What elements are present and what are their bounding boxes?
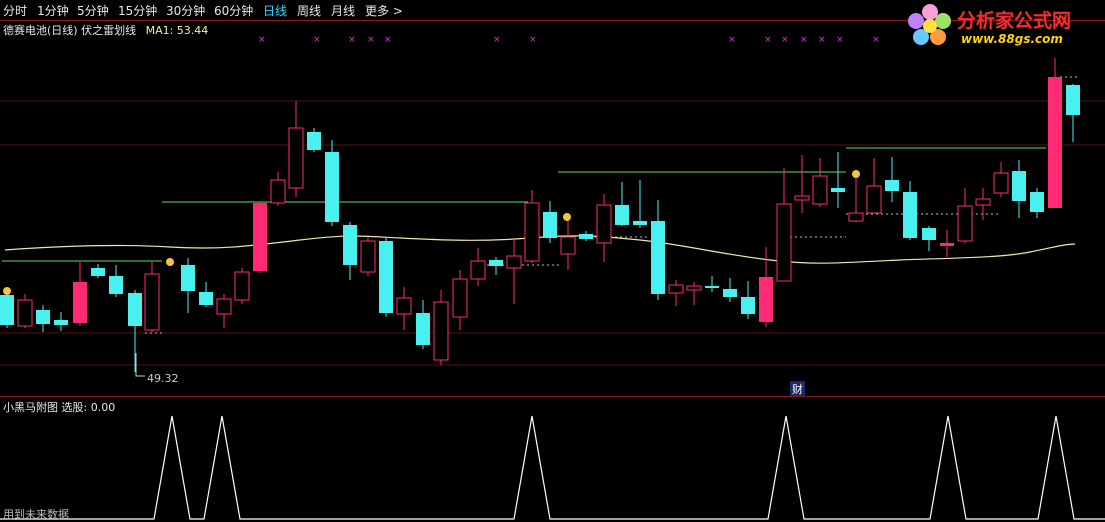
candle xyxy=(506,238,522,304)
candle xyxy=(903,181,917,240)
hand-pointer-icon xyxy=(166,258,174,266)
candle xyxy=(776,168,792,282)
panel-separator xyxy=(0,396,1105,397)
candle xyxy=(975,188,991,220)
low-price-label: 49.32 xyxy=(147,372,179,385)
candle xyxy=(73,262,87,326)
candle xyxy=(199,282,213,307)
candle xyxy=(1066,84,1080,142)
candle xyxy=(181,258,195,313)
candle xyxy=(216,294,232,328)
candle xyxy=(109,265,123,297)
svg-text:×: × xyxy=(384,35,392,45)
candle xyxy=(560,218,576,270)
candle xyxy=(922,226,936,251)
hand-pointer-icons xyxy=(3,170,860,295)
svg-text:×: × xyxy=(529,35,537,45)
candle xyxy=(1012,160,1026,218)
candle xyxy=(741,281,755,319)
candle xyxy=(866,158,882,214)
candle xyxy=(686,282,702,305)
candle xyxy=(91,264,105,278)
svg-text:×: × xyxy=(367,35,375,45)
candle xyxy=(596,194,612,262)
candle xyxy=(812,158,828,207)
candle xyxy=(705,276,719,292)
svg-text:×: × xyxy=(836,35,844,45)
candle xyxy=(360,237,376,276)
sub-panel-header: 小黑马附图 选股: 0.00 xyxy=(3,399,115,415)
candle xyxy=(1030,188,1044,218)
candle xyxy=(668,280,684,306)
svg-text:×: × xyxy=(313,35,321,45)
green-lines xyxy=(2,147,1046,262)
candle xyxy=(1048,58,1062,208)
candle xyxy=(723,278,737,302)
dotted-lines xyxy=(145,76,1080,334)
candle xyxy=(416,300,430,349)
svg-text:×: × xyxy=(764,35,772,45)
svg-text:×: × xyxy=(872,35,880,45)
candle xyxy=(524,190,540,263)
candle xyxy=(885,157,899,202)
candle xyxy=(452,270,468,330)
future-data-note: 用到未来数据 xyxy=(3,508,69,521)
candle xyxy=(234,268,250,304)
candle xyxy=(144,262,160,332)
candle xyxy=(831,152,845,208)
financial-report-badge[interactable]: 财 xyxy=(790,381,805,397)
candle xyxy=(128,290,142,372)
sub-panel-title: 小黑马附图 xyxy=(3,401,58,414)
candle xyxy=(848,178,864,222)
hand-pointer-icon xyxy=(563,213,571,221)
candle xyxy=(651,200,665,300)
hand-pointer-icon xyxy=(852,170,860,178)
candle xyxy=(343,222,357,280)
svg-text:×: × xyxy=(348,35,356,45)
candle xyxy=(579,231,593,241)
svg-text:×: × xyxy=(781,35,789,45)
candle xyxy=(615,182,629,226)
candle xyxy=(270,172,286,206)
hand-pointer-icon xyxy=(3,287,11,295)
signal-markers: × × × × × × × × × × × × × × xyxy=(258,35,880,45)
svg-text:×: × xyxy=(818,35,826,45)
candle xyxy=(396,287,412,330)
candle xyxy=(54,312,68,331)
candle xyxy=(633,180,647,228)
candlesticks xyxy=(0,58,1080,372)
candle xyxy=(17,294,33,328)
candle xyxy=(253,201,267,273)
candle xyxy=(543,201,557,243)
candle xyxy=(379,238,393,317)
candle xyxy=(489,257,503,275)
candle xyxy=(0,290,14,328)
candle xyxy=(794,155,810,213)
svg-text:×: × xyxy=(728,35,736,45)
candle xyxy=(940,230,954,257)
candle xyxy=(307,128,321,152)
candle xyxy=(288,101,304,197)
candle xyxy=(957,188,973,243)
sub-panel-value: 选股: 0.00 xyxy=(61,401,116,414)
svg-text:×: × xyxy=(493,35,501,45)
candle xyxy=(325,140,339,226)
candle xyxy=(433,290,449,365)
svg-text:×: × xyxy=(800,35,808,45)
candle xyxy=(470,248,486,286)
signal-line xyxy=(0,415,1105,520)
svg-text:×: × xyxy=(258,35,266,45)
ma1-line xyxy=(4,235,1076,264)
candle xyxy=(36,305,50,332)
candle xyxy=(993,162,1009,197)
kline-chart: × × × × × × × × × × × × × × xyxy=(0,35,1105,520)
